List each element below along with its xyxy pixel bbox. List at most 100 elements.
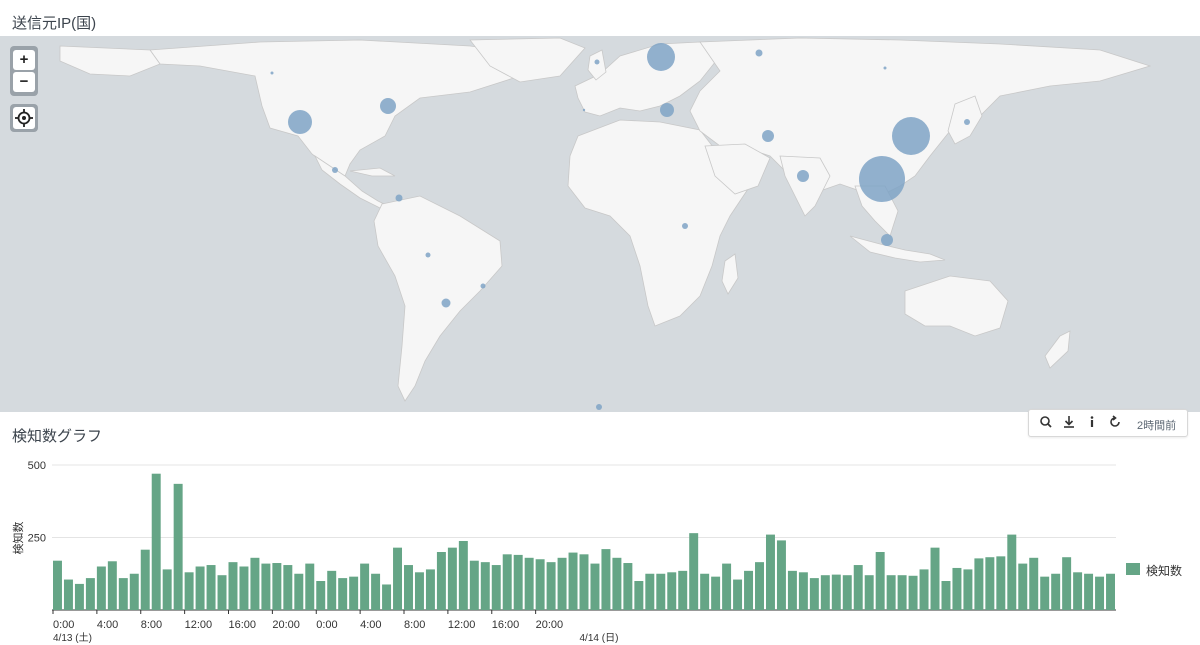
bar[interactable] (1073, 572, 1083, 610)
bar[interactable] (272, 563, 282, 610)
world-map[interactable] (0, 36, 1200, 412)
bar[interactable] (74, 583, 84, 610)
bar[interactable] (349, 576, 359, 610)
country-marker[interactable] (596, 404, 602, 410)
bar[interactable] (875, 552, 885, 610)
country-marker[interactable] (881, 234, 893, 246)
bar[interactable] (623, 563, 633, 610)
zoom-out-button[interactable]: − (13, 72, 35, 92)
bar[interactable] (831, 574, 841, 610)
country-marker[interactable] (682, 223, 688, 229)
bar[interactable] (217, 575, 227, 610)
bar[interactable] (809, 578, 819, 610)
bar[interactable] (919, 569, 929, 610)
bar[interactable] (1095, 576, 1105, 610)
bar[interactable] (513, 554, 523, 610)
bar[interactable] (480, 562, 490, 610)
bar[interactable] (327, 570, 337, 610)
bar[interactable] (1018, 563, 1028, 610)
bar[interactable] (371, 573, 381, 610)
bar[interactable] (129, 573, 139, 610)
bar[interactable] (458, 540, 468, 610)
bar[interactable] (755, 562, 764, 610)
bar[interactable] (382, 584, 392, 610)
bar[interactable] (557, 557, 567, 610)
bar[interactable] (184, 572, 194, 610)
bar[interactable] (853, 565, 863, 610)
bar[interactable] (700, 573, 710, 610)
bar[interactable] (1106, 573, 1115, 610)
bar[interactable] (963, 569, 973, 610)
bar[interactable] (908, 575, 918, 610)
bar[interactable] (524, 557, 534, 610)
bar[interactable] (996, 556, 1006, 610)
bar[interactable] (733, 579, 743, 610)
bar[interactable] (897, 575, 907, 610)
country-marker[interactable] (660, 103, 674, 117)
bar[interactable] (776, 540, 786, 610)
bar[interactable] (436, 552, 446, 610)
bar[interactable] (404, 565, 413, 610)
bar[interactable] (140, 549, 150, 610)
country-marker[interactable] (755, 49, 763, 57)
bar[interactable] (886, 575, 896, 610)
country-marker[interactable] (288, 110, 312, 134)
bar[interactable] (151, 473, 161, 610)
locate-button[interactable] (10, 104, 38, 132)
country-marker[interactable] (425, 252, 431, 258)
country-marker[interactable] (480, 283, 486, 289)
bar[interactable] (820, 575, 830, 610)
bar[interactable] (283, 565, 293, 610)
bar[interactable] (787, 570, 797, 610)
country-marker[interactable] (892, 117, 930, 155)
bar[interactable] (239, 566, 249, 611)
bar[interactable] (612, 557, 622, 610)
bar[interactable] (535, 559, 545, 610)
country-marker[interactable] (441, 298, 451, 308)
bar[interactable] (118, 578, 128, 610)
bar[interactable] (393, 547, 403, 610)
bar[interactable] (667, 572, 677, 610)
bar[interactable] (645, 573, 655, 610)
world-map-canvas[interactable] (0, 36, 1200, 412)
bar[interactable] (974, 558, 984, 610)
bar[interactable] (469, 560, 479, 610)
bar[interactable] (546, 562, 556, 610)
bar[interactable] (798, 572, 808, 610)
bar[interactable] (1084, 573, 1094, 610)
bar[interactable] (294, 573, 304, 610)
bar[interactable] (338, 578, 348, 610)
bar[interactable] (316, 581, 326, 610)
bar[interactable] (590, 563, 600, 610)
bar[interactable] (568, 552, 578, 610)
bar[interactable] (656, 573, 666, 610)
bar[interactable] (765, 534, 775, 610)
country-marker[interactable] (647, 43, 675, 71)
bar[interactable] (634, 581, 644, 610)
country-marker[interactable] (594, 59, 600, 65)
bar[interactable] (1040, 576, 1050, 610)
bar[interactable] (678, 570, 688, 610)
bar[interactable] (689, 533, 699, 610)
bar[interactable] (360, 563, 370, 610)
bar[interactable] (1029, 557, 1039, 610)
country-marker[interactable] (883, 66, 887, 70)
bar[interactable] (250, 557, 260, 610)
bar[interactable] (305, 563, 315, 610)
bar[interactable] (502, 554, 512, 610)
country-marker[interactable] (270, 71, 274, 75)
bar[interactable] (711, 576, 721, 610)
bar[interactable] (930, 547, 940, 610)
zoom-in-button[interactable]: + (13, 50, 35, 70)
bar[interactable] (1051, 573, 1061, 610)
bar[interactable] (107, 561, 117, 610)
bar[interactable] (864, 575, 874, 610)
country-marker[interactable] (797, 170, 809, 182)
bar[interactable] (1007, 534, 1017, 610)
bar[interactable] (228, 562, 238, 610)
refresh-icon[interactable] (1106, 413, 1124, 431)
country-marker[interactable] (395, 194, 403, 202)
bar[interactable] (425, 569, 435, 610)
bar[interactable] (261, 563, 271, 610)
bar[interactable] (722, 563, 732, 610)
